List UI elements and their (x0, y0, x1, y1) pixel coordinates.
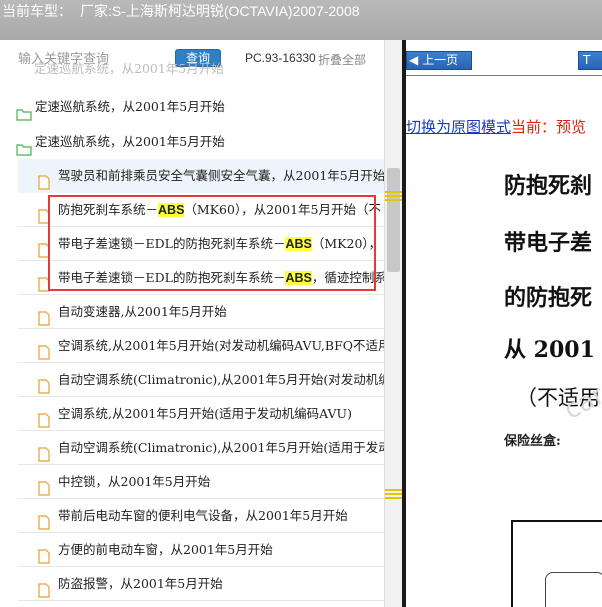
catalog-panel: 查询 PC.93-16330 折叠全部 定速巡航系统，从2001年5月开始 定速… (0, 40, 384, 607)
next-page-button[interactable]: T (578, 51, 602, 70)
tree-item-label: 自动空调系统(Climatronic),从2001年5月开始(对发动机编码 (58, 372, 384, 387)
tree-folder-label: 定速巡航系统，从2001年5月开始 (35, 99, 225, 114)
switch-original-mode-link[interactable]: 切换为原图模式 (406, 118, 511, 136)
tree-item[interactable]: 空调系统,从2001年5月开始(对发动机编码AVU,BFQ不适用 (18, 329, 384, 363)
current-model-value: 厂家:S-上海斯柯达明锐(OCTAVIA)2007-2008 (80, 3, 360, 19)
fuse-box-label: 保险丝盒: (504, 434, 561, 449)
fuse-box-diagram (511, 520, 602, 607)
search-match-marker (385, 489, 403, 499)
document-icon (38, 407, 50, 430)
tree-item[interactable]: 空调系统,从2001年5月开始(适用于发动机编码AVU) (18, 397, 384, 431)
tree-folder-label: 定速巡航系统，从2001年5月开始 (35, 134, 225, 149)
doc-text-line: 从 2001 年 (504, 337, 602, 363)
prev-page-button[interactable]: ◀ 上一页 (406, 51, 472, 70)
document-icon (38, 475, 50, 498)
tree-item-label: 带前后电动车窗的便利电气设备，从2001年5月开始 (58, 508, 348, 523)
folder-icon (16, 135, 32, 159)
diagram-part (545, 572, 602, 607)
tree-item-label: 带电子差速锁－EDL的防抱死刹车系统－ABS（MK20）， (58, 236, 382, 251)
tree-scrollbar[interactable] (384, 40, 403, 607)
search-highlight: ABS (158, 203, 185, 217)
search-match-marker (385, 191, 403, 201)
title-bar: 当前车型： 厂家:S-上海斯柯达明锐(OCTAVIA)2007-2008 (0, 0, 602, 40)
scrollbar-thumb[interactable] (387, 168, 400, 272)
document-icon (38, 271, 50, 294)
document-icon (38, 237, 50, 260)
tree-item[interactable]: 自动变速器,从2001年5月开始 (18, 295, 384, 329)
tree-item[interactable]: 中控锁，从2001年5月开始 (18, 465, 384, 499)
document-icon (38, 169, 50, 193)
tree-item[interactable]: 自动空调系统(Climatronic),从2001年5月开始(对发动机编码 (18, 363, 384, 397)
current-mode-label: 当前：预览 (511, 118, 587, 136)
tree-item-match[interactable]: 带电子差速锁－EDL的防抱死刹车系统－ABS，循迹控制系 (18, 261, 384, 295)
tree-item-label: 防抱死刹车系统－ABS（MK60），从2001年5月开始（不 (58, 202, 381, 217)
arrow-left-icon: ◀ (409, 53, 419, 67)
doc-text-line: 的防抱死 (504, 285, 593, 311)
tree-item-label: 空调系统,从2001年5月开始(适用于发动机编码AVU) (58, 406, 352, 421)
tree-item-label: 自动空调系统(Climatronic),从2001年5月开始(适用于发动机 (58, 440, 384, 455)
folder-icon (16, 100, 32, 124)
document-icon (38, 373, 50, 396)
document-viewer: ◀ 上一页 T 切换为原图模式当前：预览 防抱死刹 带电子差 的防抱死 从 20… (406, 40, 602, 607)
tree-item[interactable]: 防盗报警，从2001年5月开始 (18, 567, 384, 601)
tree-item-label: 自动变速器,从2001年5月开始 (58, 304, 227, 319)
tree-item[interactable]: 带前后电动车窗的便利电气设备，从2001年5月开始 (18, 499, 384, 533)
tree-item-label: 定速巡航系统，从2001年5月开始 (34, 61, 224, 76)
document-icon (38, 577, 50, 600)
tree-folder[interactable]: 定速巡航系统，从2001年5月开始 (0, 125, 384, 159)
document-icon (38, 509, 50, 532)
tree-item-match[interactable]: 带电子差速锁－EDL的防抱死刹车系统－ABS（MK20）， (18, 227, 384, 261)
viewer-divider (406, 75, 602, 76)
document-icon (38, 441, 50, 464)
tree-item-label: 中控锁，从2001年5月开始 (58, 474, 211, 489)
document-icon (38, 203, 50, 226)
document-icon (38, 305, 50, 328)
tree-item-label: 防盗报警，从2001年5月开始 (58, 576, 223, 591)
tree-item-label: 驾驶员和前排乘员安全气囊侧安全气囊，从2001年5月开始 (58, 168, 384, 183)
tree-item-selected[interactable]: 驾驶员和前排乘员安全气囊侧安全气囊，从2001年5月开始 (18, 159, 384, 193)
view-mode-line: 切换为原图模式当前：预览 (406, 116, 586, 137)
tree-item-match[interactable]: 防抱死刹车系统－ABS（MK60），从2001年5月开始（不 (18, 193, 384, 227)
search-highlight: ABS (285, 237, 312, 251)
doc-text-line: 防抱死刹 (504, 173, 593, 199)
document-icon (38, 543, 50, 566)
tree-item-label: 空调系统,从2001年5月开始(对发动机编码AVU,BFQ不适用 (58, 338, 384, 353)
current-model-label: 当前车型： (2, 3, 72, 19)
tree-item[interactable]: 方便的前电动车窗，从2001年5月开始 (18, 533, 384, 567)
tree-item-partial[interactable]: 定速巡航系统，从2001年5月开始 (0, 58, 384, 80)
tree-item-label: 带电子差速锁－EDL的防抱死刹车系统－ABS，循迹控制系 (58, 270, 384, 285)
tree-folder[interactable]: 定速巡航系统，从2001年5月开始 (0, 90, 384, 124)
doc-text-line: 带电子差 (504, 230, 593, 256)
tree-item-label: 方便的前电动车窗，从2001年5月开始 (58, 542, 273, 557)
document-icon (38, 339, 50, 362)
tree-item[interactable]: 自动空调系统(Climatronic),从2001年5月开始(适用于发动机 (18, 431, 384, 465)
search-highlight: ABS (285, 271, 312, 285)
